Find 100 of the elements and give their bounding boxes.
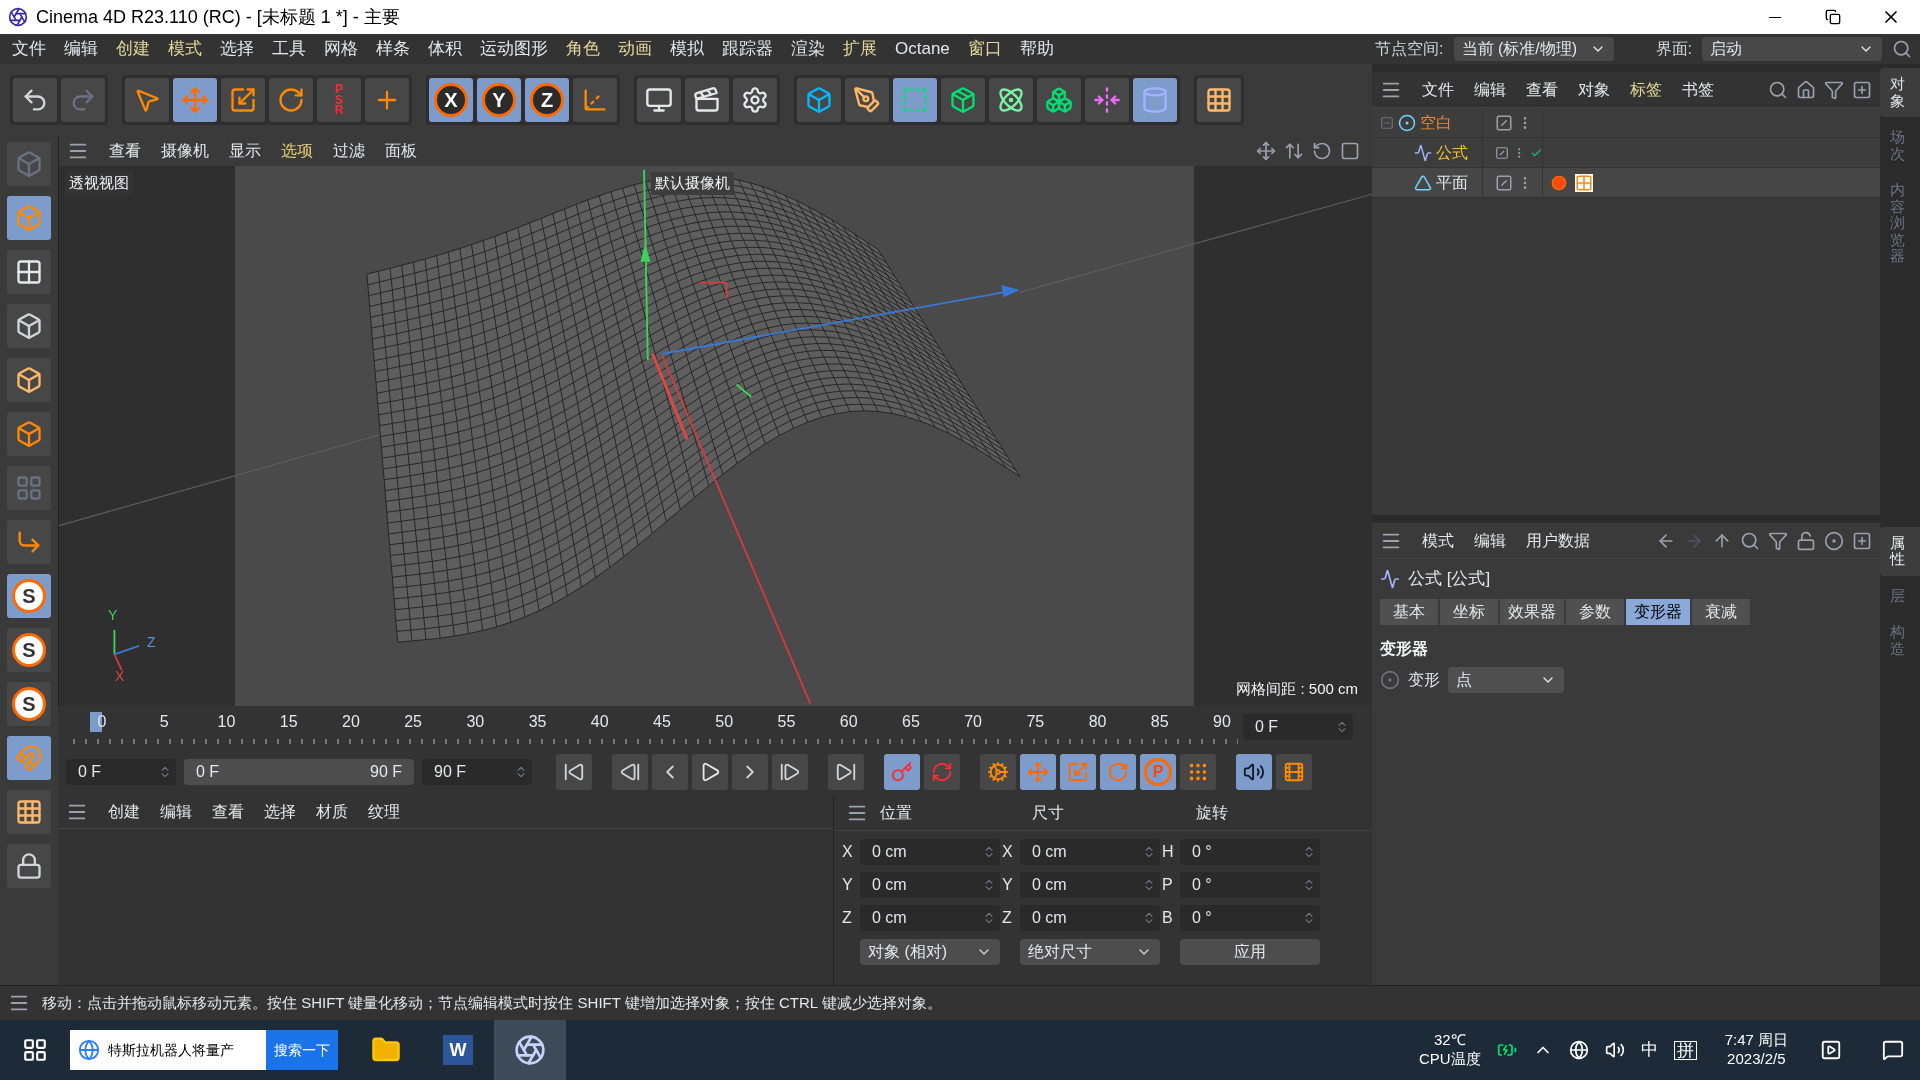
- tool-button[interactable]: Z: [525, 78, 569, 122]
- menu-item[interactable]: 运动图形: [480, 36, 548, 62]
- object-name[interactable]: 空白: [1420, 110, 1452, 135]
- number-field[interactable]: 0 cm: [860, 839, 1000, 865]
- attribute-tab[interactable]: 变形器: [1626, 599, 1690, 625]
- view-menu-item[interactable]: 面板: [385, 139, 417, 163]
- number-field[interactable]: 0 °: [1180, 872, 1320, 898]
- section-title: 变形器: [1379, 639, 1429, 659]
- object-menu-item[interactable]: 编辑: [1474, 77, 1506, 102]
- frame-number: 80: [1088, 712, 1107, 732]
- object-menu-item[interactable]: 标签: [1630, 77, 1662, 102]
- number-field[interactable]: 0 cm: [860, 872, 1000, 898]
- taskbar-app[interactable]: W: [422, 1020, 494, 1080]
- object-menu-item[interactable]: 查看: [1526, 77, 1558, 102]
- tool-button[interactable]: S: [7, 682, 51, 726]
- frame-number: 85: [1150, 712, 1169, 732]
- column-header: 旋转: [1196, 802, 1229, 823]
- number-field[interactable]: 0 °: [1180, 839, 1320, 865]
- clock-time[interactable]: 7:47 周日: [1724, 1031, 1788, 1050]
- attribute-tab[interactable]: 坐标: [1440, 599, 1498, 625]
- material-menu-item[interactable]: 查看: [212, 799, 244, 824]
- attribute-tab[interactable]: 基本: [1380, 599, 1438, 625]
- menu-item[interactable]: 模拟: [670, 36, 704, 62]
- menu-item[interactable]: 选择: [220, 36, 254, 62]
- frame-number: 35: [528, 712, 547, 732]
- number-field[interactable]: 0 cm: [860, 905, 1000, 931]
- attribute-tab[interactable]: 衰减: [1692, 599, 1750, 625]
- menu-item[interactable]: 编辑: [64, 36, 98, 62]
- search-field[interactable]: 特斯拉机器人将量产: [70, 1030, 266, 1070]
- frame-number: 25: [404, 712, 422, 732]
- layout-dropdown[interactable]: 启动: [1702, 37, 1882, 61]
- tool-button[interactable]: S: [7, 628, 51, 672]
- attribute-menu-item[interactable]: 编辑: [1474, 528, 1506, 553]
- object-menu-item[interactable]: 对象: [1578, 77, 1610, 102]
- menu-item[interactable]: 创建: [116, 36, 150, 62]
- menu-item[interactable]: Octane: [895, 36, 950, 62]
- object-row[interactable]: 平面: [1372, 168, 1880, 198]
- object-name[interactable]: 公式: [1436, 140, 1468, 165]
- menu-item[interactable]: 文件: [12, 36, 46, 62]
- frame-field[interactable]: 0 F: [1243, 714, 1353, 740]
- material-menu-item[interactable]: 材质: [316, 799, 348, 824]
- menu-item[interactable]: 跟踪器: [722, 36, 773, 62]
- view-menu-item[interactable]: 显示: [229, 139, 261, 163]
- menu-item[interactable]: 帮助: [1019, 36, 1054, 62]
- search-button[interactable]: 搜索一下: [266, 1030, 338, 1070]
- object-row[interactable]: 空白: [1372, 108, 1880, 138]
- ime-indicator[interactable]: 中: [1640, 1037, 1658, 1063]
- deform-dropdown[interactable]: 点: [1448, 667, 1564, 693]
- view-menu-item[interactable]: 选项: [281, 139, 313, 163]
- number-field[interactable]: 0 °: [1180, 905, 1320, 931]
- temperature-value: 32℃: [1433, 1031, 1466, 1050]
- attribute-menu-item[interactable]: 用户数据: [1526, 528, 1590, 553]
- number-field[interactable]: 0 cm: [1020, 905, 1160, 931]
- menu-item[interactable]: 扩展: [843, 36, 877, 62]
- number-field[interactable]: 0 cm: [1020, 839, 1160, 865]
- attribute-tab[interactable]: 效果器: [1500, 599, 1564, 625]
- object-menu-item[interactable]: 书签: [1682, 77, 1714, 102]
- number-field[interactable]: 0 cm: [1020, 872, 1160, 898]
- frame-field[interactable]: 90 F: [422, 758, 532, 785]
- menu-item[interactable]: 网格: [324, 36, 358, 62]
- tool-button[interactable]: S: [7, 574, 51, 618]
- material-menu-item[interactable]: 编辑: [160, 799, 192, 824]
- tool-button[interactable]: X: [429, 78, 473, 122]
- view-menu-item[interactable]: 查看: [109, 139, 141, 163]
- object-row[interactable]: 公式: [1372, 138, 1880, 168]
- object-menu-item[interactable]: 文件: [1422, 77, 1454, 102]
- frame-field[interactable]: 0 F: [66, 758, 176, 785]
- column-header: 位置: [880, 802, 913, 823]
- clock-date[interactable]: 2023/2/5: [1727, 1050, 1786, 1069]
- object-name[interactable]: 平面: [1436, 170, 1468, 195]
- node-space-dropdown[interactable]: 当前 (标准/物理): [1453, 37, 1614, 61]
- node-space-label: 节点空间:: [1375, 39, 1444, 59]
- view-menu-item[interactable]: 过滤: [333, 139, 365, 163]
- axis-label: X: [115, 667, 125, 686]
- material-menu-item[interactable]: 纹理: [368, 799, 400, 824]
- menu-item[interactable]: 体积: [428, 36, 462, 62]
- view-menu-item[interactable]: 摄像机: [161, 139, 209, 163]
- frame-number: 20: [342, 712, 360, 732]
- menu-item[interactable]: 模式: [168, 36, 202, 62]
- material-menu-item[interactable]: 创建: [108, 799, 140, 824]
- side-tab[interactable]: 对象: [1880, 68, 1920, 117]
- side-tab[interactable]: 属性: [1880, 526, 1920, 576]
- menu-item[interactable]: 动画: [618, 36, 652, 62]
- dropdown[interactable]: 绝对尺寸: [1020, 939, 1160, 965]
- frame-number: 70: [964, 712, 982, 732]
- menu-item[interactable]: 样条: [376, 36, 410, 62]
- material-menu-item[interactable]: 选择: [264, 799, 296, 824]
- window-title: Cinema 4D R23.110 (RC) - [未标题 1 *] - 主要: [36, 5, 400, 29]
- ime-mode[interactable]: 拼: [1673, 1040, 1697, 1060]
- menu-item[interactable]: 角色: [566, 36, 600, 62]
- apply-button[interactable]: 应用: [1180, 939, 1320, 965]
- menu-item[interactable]: 工具: [272, 36, 306, 62]
- attribute-tab[interactable]: 参数: [1566, 599, 1624, 625]
- tool-button[interactable]: Y: [477, 78, 521, 122]
- axis-label: X: [1002, 842, 1014, 862]
- dropdown[interactable]: 对象 (相对): [860, 939, 1000, 965]
- menu-item[interactable]: 渲染: [791, 36, 825, 62]
- menu-item[interactable]: 窗口: [967, 36, 1002, 62]
- attribute-menu-item[interactable]: 模式: [1422, 528, 1454, 553]
- axis-label: P: [1162, 875, 1174, 895]
